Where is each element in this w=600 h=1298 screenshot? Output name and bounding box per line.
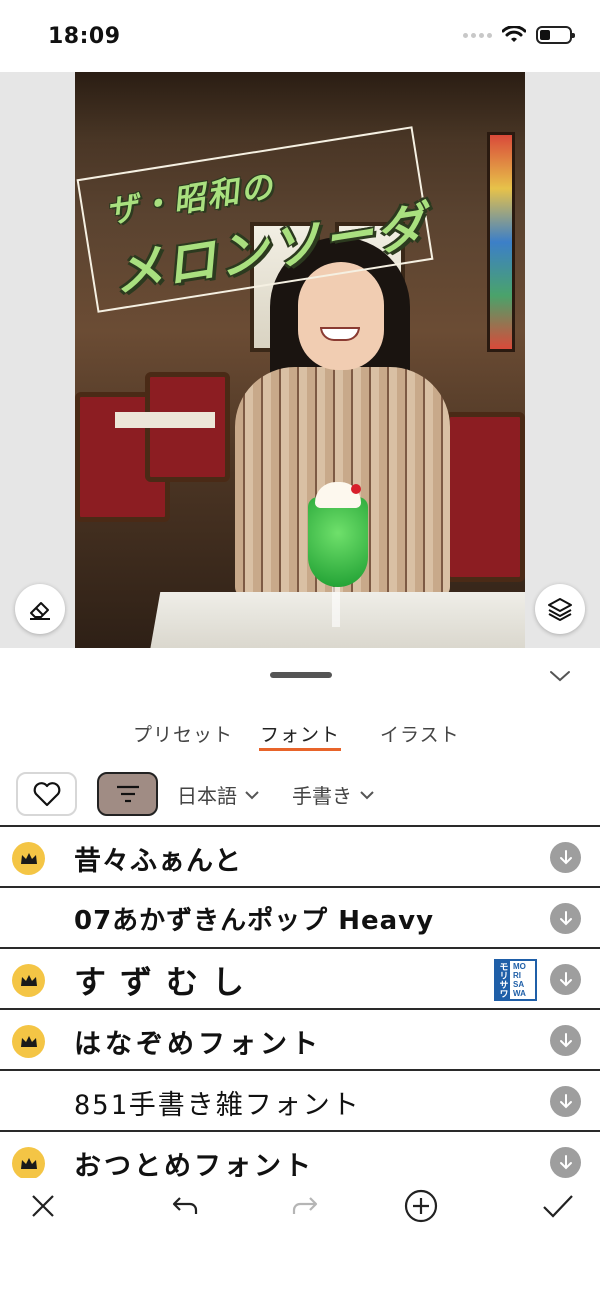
wifi-icon	[502, 26, 526, 42]
checkmark-icon	[543, 1195, 573, 1218]
plus-circle-icon	[404, 1189, 438, 1223]
morisawa-text: WA	[513, 989, 526, 998]
style-value: 手書き	[292, 784, 352, 808]
filter-row: 日本語 手書き	[0, 772, 600, 818]
download-button[interactable]	[550, 842, 581, 873]
close-button[interactable]	[25, 1188, 61, 1224]
add-button[interactable]	[403, 1188, 439, 1224]
battery-icon	[536, 26, 575, 44]
sort-filter-button[interactable]	[97, 772, 158, 816]
chevron-down-icon	[245, 790, 259, 799]
redo-icon	[292, 1197, 318, 1214]
status-indicators	[463, 26, 575, 44]
layers-button[interactable]	[535, 584, 585, 634]
chevron-down-icon	[360, 790, 374, 799]
tab-font[interactable]: フォント	[260, 720, 340, 747]
undo-button[interactable]	[167, 1188, 203, 1224]
undo-icon	[172, 1197, 198, 1214]
font-name: 851手書き雑フォント	[74, 1090, 361, 1121]
font-list-item[interactable]: 851手書き雑フォント	[0, 1069, 600, 1131]
download-icon	[559, 1032, 572, 1047]
language-value: 日本語	[177, 784, 237, 808]
morisawa-text: SA	[513, 980, 525, 989]
favorites-filter-button[interactable]	[16, 772, 77, 816]
morisawa-badge: モリサワ MO RI SA WA	[494, 959, 537, 1001]
download-button[interactable]	[550, 964, 581, 995]
editor-canvas[interactable]: ザ・昭和の メロンソーダ	[0, 72, 600, 648]
download-icon	[559, 971, 572, 986]
download-icon	[559, 910, 572, 925]
chevron-down-icon	[550, 671, 570, 682]
download-icon	[559, 1154, 572, 1169]
font-list-item[interactable]: 07あかずきんポップ Heavy	[0, 886, 600, 948]
eraser-button[interactable]	[15, 584, 65, 634]
font-list-item[interactable]: すずむし モリサワ MO RI SA WA	[0, 947, 600, 1009]
download-button[interactable]	[550, 1086, 581, 1117]
heart-icon	[33, 782, 60, 807]
status-time: 18:09	[48, 24, 121, 49]
font-name: はなぞめフォント	[74, 1029, 322, 1060]
morisawa-logo: モリサワ	[496, 961, 510, 999]
panel-grabber[interactable]	[270, 672, 332, 678]
photo[interactable]: ザ・昭和の メロンソーダ	[75, 72, 525, 648]
download-icon	[559, 1093, 572, 1108]
tab-bar: プリセット フォント イラスト	[0, 720, 600, 760]
download-button[interactable]	[550, 1147, 581, 1178]
download-button[interactable]	[550, 903, 581, 934]
layers-icon	[548, 598, 572, 621]
eraser-icon	[30, 602, 50, 620]
crown-icon	[12, 842, 45, 875]
download-button[interactable]	[550, 1025, 581, 1056]
font-name: 07あかずきんポップ Heavy	[74, 906, 435, 936]
language-dropdown[interactable]: 日本語	[177, 780, 259, 809]
active-tab-indicator	[259, 748, 341, 751]
style-dropdown[interactable]: 手書き	[292, 780, 374, 809]
redo-button[interactable]	[287, 1188, 323, 1224]
font-list-item[interactable]: 昔々ふぁんと	[0, 825, 600, 887]
morisawa-text: MO	[513, 962, 526, 971]
download-icon	[559, 849, 572, 864]
crown-icon	[12, 964, 45, 997]
done-button[interactable]	[540, 1188, 576, 1224]
crown-icon	[12, 1025, 45, 1058]
font-list-item[interactable]: おつとめフォント	[0, 1130, 600, 1185]
tab-illust[interactable]: イラスト	[380, 720, 460, 747]
bottom-toolbar	[0, 1178, 600, 1234]
close-icon	[32, 1195, 54, 1217]
collapse-panel-button[interactable]	[548, 666, 572, 686]
crown-icon	[12, 1147, 45, 1180]
font-name: すずむし	[74, 963, 259, 1001]
status-bar: 18:09	[0, 0, 600, 72]
font-name: 昔々ふぁんと	[74, 846, 242, 877]
font-list: 昔々ふぁんと 07あかずきんポップ Heavy すずむし モリサワ MO RI …	[0, 825, 600, 1185]
sort-icon	[116, 785, 139, 803]
font-panel: プリセット フォント イラスト 日本語 手書き 昔々ふぁんと 07あかずきんポッ…	[0, 648, 600, 1298]
font-list-item[interactable]: はなぞめフォント	[0, 1008, 600, 1070]
tab-preset[interactable]: プリセット	[133, 720, 233, 747]
morisawa-text: RI	[513, 971, 521, 980]
cellular-signal-icon	[463, 32, 492, 38]
